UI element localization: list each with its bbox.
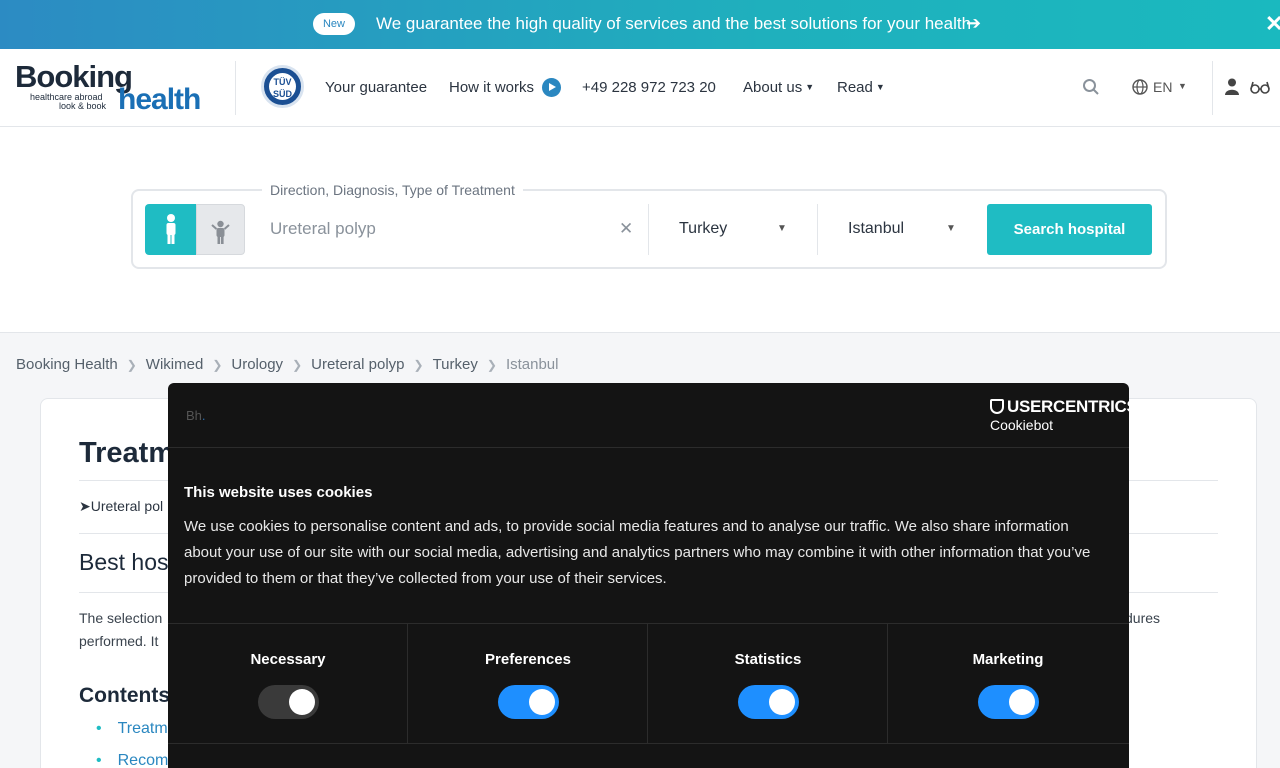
toggle-knob	[529, 689, 555, 715]
booking-health-logo[interactable]: Booking healthcare abroad look & book he…	[15, 59, 215, 119]
city-select[interactable]: Istanbul	[848, 220, 904, 238]
search-icon[interactable]	[1082, 78, 1100, 96]
site-logo-text: Bh	[186, 408, 202, 423]
toggle-knob	[289, 689, 315, 715]
category-label: Statistics	[734, 651, 802, 668]
intro-paragraph-fragment: dures	[1125, 610, 1161, 626]
chevron-right-icon: ❯	[126, 358, 137, 372]
search-divider	[817, 204, 818, 255]
play-icon[interactable]	[542, 78, 561, 97]
country-select[interactable]: Turkey	[679, 220, 727, 238]
search-legend: Direction, Diagnosis, Type of Treatment	[262, 182, 523, 198]
logo-tagline-2: look & book	[59, 101, 107, 111]
caret-down-icon: ▼	[875, 82, 885, 92]
statistics-toggle[interactable]	[738, 685, 799, 719]
chevron-right-icon: ❯	[212, 358, 223, 372]
category-label: Marketing	[972, 651, 1044, 668]
logo-word-booking: Booking	[15, 59, 133, 94]
nav-read[interactable]: Read ▼	[837, 79, 885, 96]
breadcrumb-current: Istanbul	[505, 356, 559, 373]
chevron-right-icon: ❯	[413, 358, 424, 372]
nav-your-guarantee[interactable]: Your guarantee	[325, 79, 427, 96]
usercentrics-logo[interactable]: USERCENTRICS	[990, 397, 1129, 417]
child-toggle-button[interactable]	[196, 204, 245, 255]
contents-heading: Contents	[79, 684, 170, 707]
nav-about-us[interactable]: About us ▼	[743, 79, 814, 96]
breadcrumb: Booking Health ❯ Wikimed ❯ Urology ❯ Ureteral …	[16, 356, 558, 373]
header-divider	[235, 61, 236, 115]
breadcrumb-item[interactable]: Turkey	[433, 356, 478, 373]
arrow-right-icon[interactable]: ➔	[966, 13, 981, 34]
search-hospital-button[interactable]: Search hospital	[987, 204, 1152, 255]
cookie-dialog-body: We use cookies to personalise content an…	[184, 518, 1091, 587]
adult-icon	[166, 214, 176, 244]
preferences-toggle[interactable]	[498, 685, 559, 719]
child-icon	[211, 220, 230, 244]
promo-banner[interactable]: New We guarantee the high quality of ser…	[0, 0, 1280, 49]
chevron-down-icon[interactable]: ▼	[946, 223, 956, 234]
search-section: Direction, Diagnosis, Type of Treatment …	[0, 127, 1280, 333]
divider	[168, 743, 1129, 744]
best-hospitals-heading: Best hos	[79, 549, 169, 575]
breadcrumb-item[interactable]: Wikimed	[146, 356, 204, 373]
header-divider	[1212, 61, 1213, 115]
adult-toggle-button[interactable]	[145, 204, 197, 255]
divider	[168, 447, 1129, 448]
marketing-toggle[interactable]	[978, 685, 1039, 719]
cookie-dialog-title: This website uses cookies	[184, 484, 373, 501]
breadcrumb-item[interactable]: Ureteral polyp	[311, 356, 404, 373]
tuv-badge-text: TÜV SÜD	[269, 73, 296, 100]
search-divider	[648, 204, 649, 255]
nav-read-label: Read	[837, 79, 873, 96]
tuv-certificate-icon[interactable]: TÜV SÜD	[261, 65, 304, 108]
toc-link[interactable]: Recom	[96, 752, 169, 768]
category-preferences: Preferences	[408, 624, 648, 744]
cookiebot-label: Cookiebot	[990, 417, 1054, 433]
promo-banner-text[interactable]: We guarantee the high quality of service…	[376, 14, 971, 34]
breadcrumb-item[interactable]: Urology	[231, 356, 283, 373]
nav-phone[interactable]: +49 228 972 723 20	[582, 79, 716, 96]
category-statistics: Statistics	[648, 624, 888, 744]
shield-icon	[990, 399, 1004, 414]
category-marketing: Marketing	[888, 624, 1128, 744]
language-selector[interactable]: EN	[1153, 79, 1172, 95]
intro-paragraph-line: The selection	[79, 610, 163, 626]
chevron-right-icon: ❯	[486, 358, 497, 372]
diagnosis-link[interactable]: ➤Ureteral pol	[79, 498, 163, 515]
diagnosis-search-input[interactable]	[270, 219, 610, 239]
logo-dot: .	[201, 408, 206, 423]
necessary-toggle	[258, 685, 319, 719]
site-logo-small: Bh.	[186, 408, 206, 423]
chevron-right-icon: ❯	[292, 358, 303, 372]
breadcrumb-item[interactable]: Booking Health	[16, 356, 118, 373]
nav-how-it-works[interactable]: How it works	[449, 79, 534, 96]
category-label: Preferences	[485, 651, 571, 668]
toc-link[interactable]: Treatm	[96, 720, 168, 738]
new-badge: New	[313, 13, 355, 35]
glasses-icon[interactable]	[1250, 81, 1270, 94]
site-header: Booking healthcare abroad look & book he…	[0, 49, 1280, 127]
page-title: Treatm	[79, 437, 175, 469]
chevron-down-icon[interactable]: ▼	[777, 223, 787, 234]
user-icon[interactable]	[1225, 78, 1239, 95]
toggle-knob	[769, 689, 795, 715]
chevron-down-icon[interactable]: ▼	[1178, 81, 1187, 91]
category-label: Necessary	[250, 651, 326, 668]
globe-icon[interactable]	[1132, 79, 1148, 95]
category-necessary: Necessary	[168, 624, 408, 744]
logo-word-health: health	[118, 83, 201, 116]
cookie-consent-dialog: Bh. USERCENTRICS Cookiebot This website …	[168, 383, 1129, 768]
caret-down-icon: ▼	[805, 82, 815, 92]
intro-paragraph-line: performed. It	[79, 633, 159, 649]
nav-about-us-label: About us	[743, 79, 803, 96]
usercentrics-brand-text: USERCENTRICS	[1007, 397, 1129, 416]
toggle-knob	[1009, 689, 1035, 715]
close-icon[interactable]: ✕	[1265, 11, 1280, 37]
clear-search-icon[interactable]: ✕	[619, 219, 633, 239]
